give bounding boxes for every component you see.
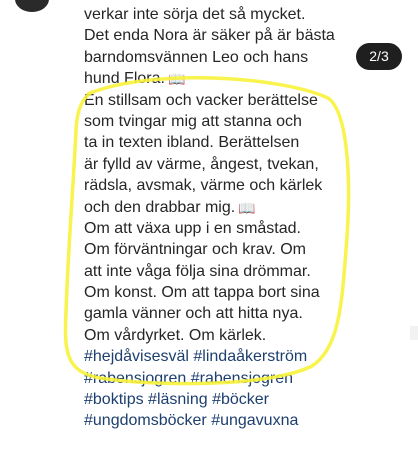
caption-line: rädsla, avsmak, värme och kärlek	[84, 177, 323, 195]
hashtag-list: #hejdåvisesväl #lindaåkerström #rabensjo…	[84, 346, 354, 432]
caption-line: Om förväntningar och krav. Om	[84, 241, 306, 259]
hashtag-line[interactable]: #ungdomsböcker #ungavuxna	[84, 410, 354, 431]
caption-line: hund Flora. 📖	[84, 68, 354, 89]
caption-line: verkar inte sörja det så mycket.	[84, 6, 306, 23]
scrollbar[interactable]	[410, 326, 418, 340]
caption-line: att inte våga följa sina drömmar.	[84, 262, 311, 280]
caption-line: Det enda Nora är säker på är bästa	[84, 27, 335, 45]
caption-line: ta in texten ibland. Berättelsen	[84, 134, 300, 152]
caption-line: Om att växa upp i en småstad.	[84, 219, 301, 237]
caption-line: som tvingar mig att stanna och	[84, 112, 302, 130]
caption-line: och den drabbar mig. 📖	[84, 197, 354, 218]
hashtag-line[interactable]: #boktips #läsning #böcker	[84, 389, 354, 410]
book-icon: 📖	[238, 199, 256, 216]
hashtag-line[interactable]: #hejdåvisesväl #lindaåkerström	[84, 346, 354, 367]
avatar[interactable]	[15, 0, 49, 12]
caption-line: Om konst. Om att tappa bort sina	[84, 284, 320, 302]
post-caption: verkar inte sörja det så mycket. Det end…	[84, 4, 354, 432]
caption-line: barndomsvännen Leo och hans	[84, 48, 309, 66]
caption-line: En stillsam och vacker berättelse	[84, 91, 318, 109]
caption-text: hund Flora.	[84, 70, 165, 88]
caption-line: gamla vänner och att hitta nya.	[84, 305, 303, 323]
caption-line: Om vårdyrket. Om kärlek.	[84, 326, 267, 344]
book-icon: 📖	[167, 71, 186, 88]
hashtag-line[interactable]: #rabensjogren #rabensjogren	[84, 368, 354, 389]
caption-text: och den drabbar mig.	[84, 198, 236, 216]
caption-line: är fylld av värme, ångest, tvekan,	[84, 155, 319, 173]
image-counter-badge: 2/3	[356, 43, 402, 70]
